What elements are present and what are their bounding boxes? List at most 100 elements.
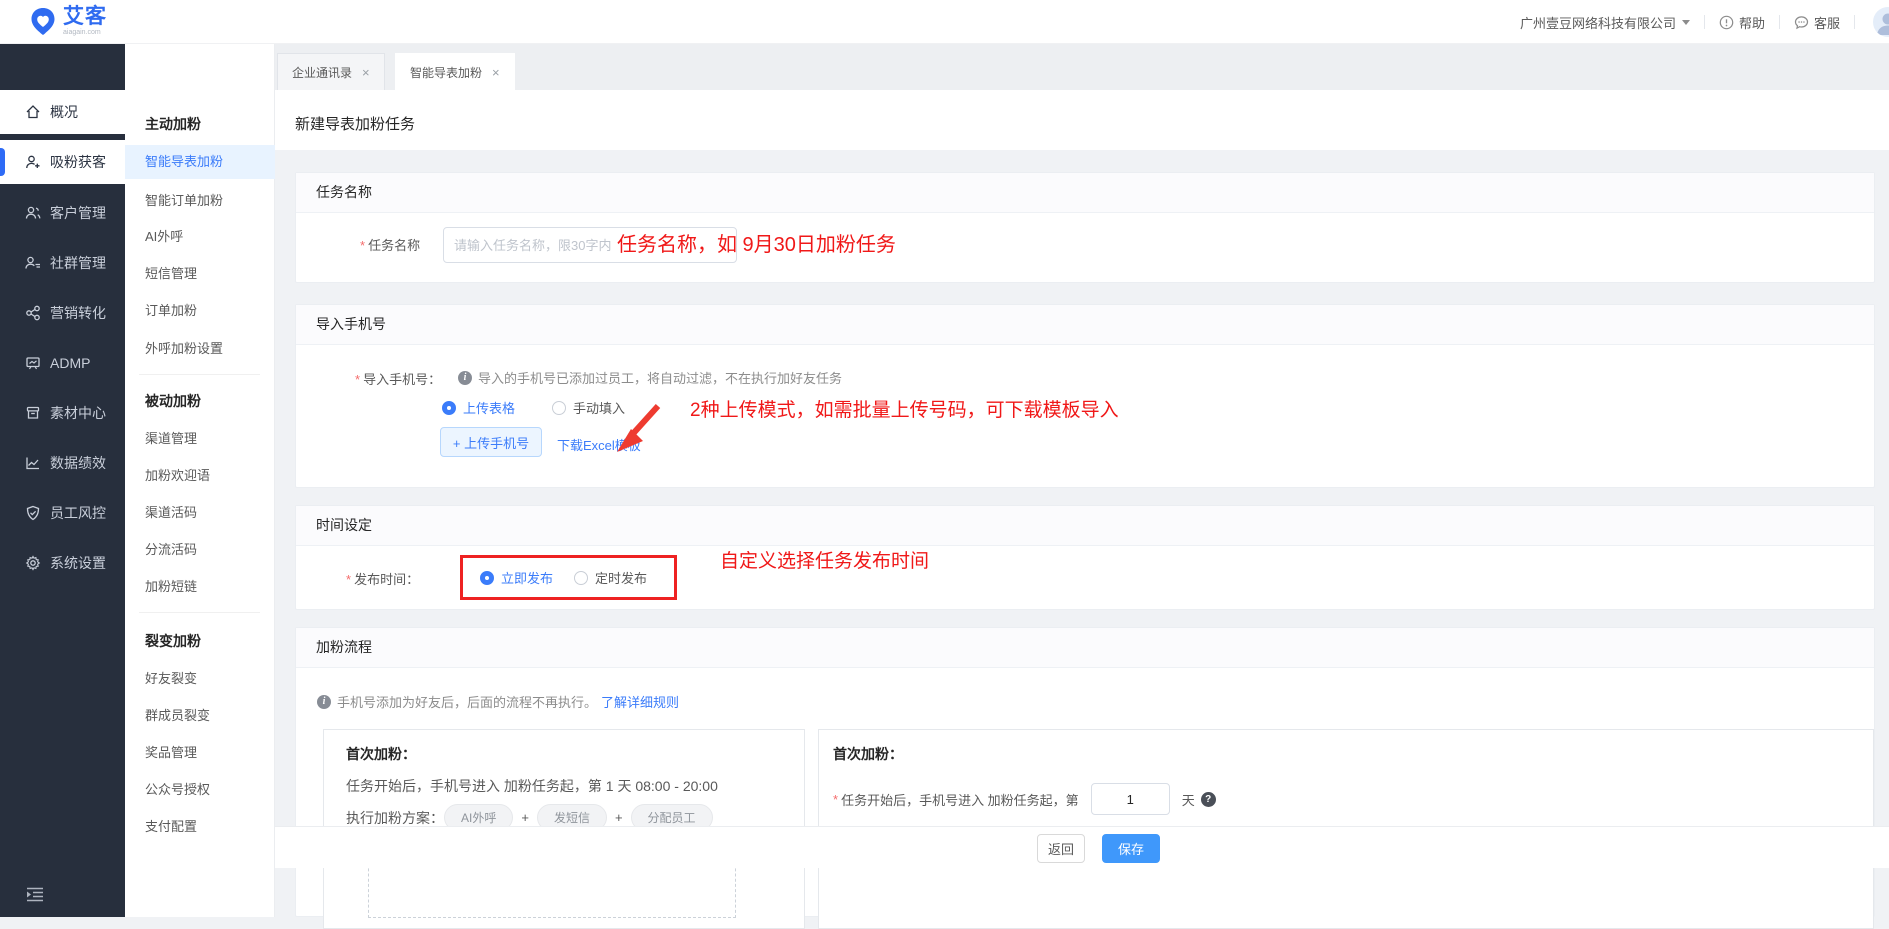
tab-bar: 企业通讯录 × 智能导表加粉 ×: [275, 44, 1889, 90]
sidebar-item-materials[interactable]: 素材中心: [0, 391, 125, 435]
sidebar-item-label: 员工风控: [50, 503, 106, 523]
sidebar-item-label: 客户管理: [50, 203, 106, 223]
help-button[interactable]: 帮助: [1719, 13, 1765, 32]
question-circle-icon[interactable]: ?: [1201, 792, 1216, 807]
flow-summary-text: 任务开始后，手机号进入 加粉任务起，第 1 天 08:00 - 20:00: [346, 776, 718, 796]
user-avatar[interactable]: [1873, 7, 1889, 37]
submenu-item-call-settings[interactable]: 外呼加粉设置: [145, 338, 223, 357]
annotation-publish-time: 自定义选择任务发布时间: [720, 546, 929, 573]
sidebar-collapse-button[interactable]: [26, 886, 44, 905]
save-button[interactable]: 保存: [1102, 834, 1160, 863]
footer-bar: 返回 保存: [275, 826, 1889, 868]
card-import-phone: 导入手机号 *导入手机号： i 导入的手机号已添加过员工，将自动过滤，不在执行加…: [295, 304, 1875, 488]
tab-contacts[interactable]: 企业通讯录 ×: [277, 53, 385, 90]
chart-line-icon: [25, 455, 41, 471]
share-nodes-icon: [25, 305, 41, 321]
submenu-item-channel-qr[interactable]: 渠道活码: [145, 502, 197, 521]
logo-text: 艾客: [63, 6, 107, 27]
sidebar-item-risk-control[interactable]: 员工风控: [0, 491, 125, 535]
divider: [1779, 15, 1780, 29]
secondary-sidebar: 主动加粉 智能导表加粉 智能订单加粉 AI外呼 短信管理 订单加粉 外呼加粉设置…: [125, 44, 275, 917]
radio-dot-icon: [552, 401, 566, 415]
support-button[interactable]: 客服: [1794, 13, 1840, 32]
gear-icon: [25, 555, 41, 571]
close-icon[interactable]: ×: [492, 65, 500, 80]
sidebar-item-settings[interactable]: 系统设置: [0, 541, 125, 585]
chat-bubble-icon: [1794, 15, 1809, 30]
sidebar-item-label: 素材中心: [50, 403, 106, 423]
submenu-item-order-fans[interactable]: 订单加粉: [145, 300, 197, 319]
card-fan-flow: 加粉流程 i 手机号添加为好友后，后面的流程不再执行。 了解详细规则 首次加粉：…: [295, 627, 1875, 917]
form-content: 任务名称 *任务名称 任务名称，如 9月30日加粉任务 导入手机号 *导入手机号…: [275, 150, 1889, 917]
import-phone-label: *导入手机号：: [355, 369, 441, 388]
submenu-item-welcome-msg[interactable]: 加粉欢迎语: [145, 465, 210, 484]
upload-phone-button[interactable]: + 上传手机号: [440, 427, 542, 457]
section-title: 导入手机号: [296, 305, 1874, 345]
radio-dot-icon: [442, 401, 456, 415]
submenu-section-title: 主动加粉: [145, 114, 201, 134]
import-phone-tip: i 导入的手机号已添加过员工，将自动过滤，不在执行加好友任务: [458, 368, 842, 387]
submenu-item-channel-mgmt[interactable]: 渠道管理: [145, 428, 197, 447]
info-icon: i: [317, 695, 331, 709]
section-title: 时间设定: [296, 506, 1874, 546]
submenu-item-sms[interactable]: 短信管理: [145, 263, 197, 282]
required-asterisk: *: [360, 238, 365, 253]
first-add-subtitle: 首次加粉：: [346, 744, 416, 764]
company-dropdown[interactable]: 广州壹豆网络科技有限公司: [1520, 13, 1690, 32]
tab-smart-table-import[interactable]: 智能导表加粉 ×: [395, 53, 515, 90]
submenu-item-split-qr[interactable]: 分流活码: [145, 539, 197, 558]
submenu-section-title: 被动加粉: [145, 391, 201, 411]
day-number-input[interactable]: [1091, 783, 1170, 815]
shield-check-icon: [25, 505, 41, 521]
sidebar-item-overview[interactable]: 概况: [0, 90, 125, 134]
divider: [139, 374, 260, 375]
submenu-item-short-link[interactable]: 加粉短链: [145, 576, 197, 595]
sidebar-item-customers[interactable]: 客户管理: [0, 191, 125, 235]
sidebar-item-admp[interactable]: ADMP: [0, 341, 125, 385]
submenu-item-ai-call[interactable]: AI外呼: [145, 226, 183, 245]
detail-rules-link[interactable]: 了解详细规则: [601, 692, 679, 711]
submenu-item-smart-order[interactable]: 智能订单加粉: [145, 190, 223, 209]
sidebar-item-label: 系统设置: [50, 553, 106, 573]
sidebar-item-community[interactable]: 社群管理: [0, 241, 125, 285]
day-row-suffix: 天: [1182, 790, 1195, 809]
submenu-item-prize-mgmt[interactable]: 奖品管理: [145, 742, 197, 761]
app-logo[interactable]: 艾客 aiagain.com: [28, 6, 107, 36]
card-task-name: 任务名称 *任务名称 任务名称，如 9月30日加粉任务: [295, 172, 1875, 283]
sidebar-item-acquire-fans[interactable]: 吸粉获客: [0, 140, 125, 184]
plus-separator: +: [615, 810, 623, 825]
divider: [139, 612, 260, 613]
back-button[interactable]: 返回: [1037, 834, 1085, 863]
sidebar-item-label: 概况: [50, 102, 78, 122]
close-icon[interactable]: ×: [362, 65, 370, 80]
page-title: 新建导表加粉任务: [275, 90, 1889, 150]
publish-time-label: *发布时间：: [346, 569, 419, 588]
flow-tip: i 手机号添加为好友后，后面的流程不再执行。 了解详细规则: [317, 692, 679, 711]
logo-subtext: aiagain.com: [63, 29, 107, 36]
required-asterisk: *: [346, 572, 351, 587]
submenu-item-pay-config[interactable]: 支付配置: [145, 816, 197, 835]
sidebar-item-marketing[interactable]: 营销转化: [0, 291, 125, 335]
info-icon: i: [458, 371, 472, 385]
sidebar-item-label: 吸粉获客: [50, 152, 106, 172]
tab-label: 企业通讯录: [292, 64, 352, 81]
user-list-icon: [25, 255, 41, 271]
submenu-item-group-fission[interactable]: 群成员裂变: [145, 705, 210, 724]
radio-upload-table[interactable]: 上传表格: [442, 398, 515, 417]
help-label: 帮助: [1739, 13, 1765, 32]
submenu-item-official-auth[interactable]: 公众号授权: [145, 779, 210, 798]
sidebar-item-performance[interactable]: 数据绩效: [0, 441, 125, 485]
submenu-item-smart-table-import[interactable]: 智能导表加粉: [125, 145, 275, 179]
annotation-arrow-icon: [608, 401, 664, 457]
submenu-item-friend-fission[interactable]: 好友裂变: [145, 668, 197, 687]
info-circle-icon: [1719, 15, 1734, 30]
presentation-icon: [25, 355, 41, 371]
plus-separator: +: [521, 810, 529, 825]
required-asterisk: *: [833, 792, 838, 807]
home-icon: [25, 104, 41, 120]
collapse-menu-icon: [26, 886, 44, 902]
support-label: 客服: [1814, 13, 1840, 32]
section-title: 任务名称: [296, 173, 1874, 213]
required-asterisk: *: [355, 372, 360, 387]
annotation-upload-modes: 2种上传模式，如需批量上传号码，可下载模板导入: [690, 395, 1119, 422]
